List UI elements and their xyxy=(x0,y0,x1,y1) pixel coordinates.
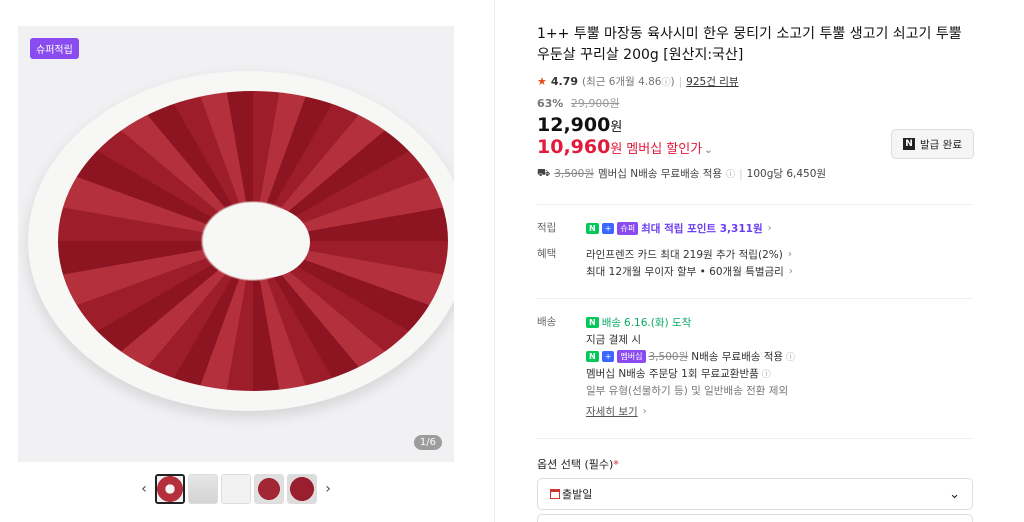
thumbnail-strip: ‹ › xyxy=(136,474,336,504)
discount-row: 63% 29,900원 xyxy=(537,95,973,111)
points-section: 적립 N + 슈퍼 최대 적립 포인트 3,311원 › xyxy=(537,220,772,237)
info-icon: ⓘ xyxy=(761,370,771,380)
original-price: 29,900원 xyxy=(570,97,620,110)
chevron-down-icon: ⌄ xyxy=(704,145,713,156)
column-divider xyxy=(494,0,495,522)
shipping-summary: ⛟ 3,500원 멤버십 N배송 무료배송 적용 ⓘ | 100g당 6,450… xyxy=(537,166,827,181)
thumbnail-5[interactable] xyxy=(287,474,317,504)
chevron-left-icon[interactable]: ‹ xyxy=(136,481,152,497)
chevron-right-icon: › xyxy=(767,223,772,234)
thumbnail-4[interactable] xyxy=(254,474,284,504)
star-icon: ★ xyxy=(537,75,547,88)
delivery-section: 배송 N 배송 6.16.(화) 도착 지금 결제 시 N + 멤버십 3,500… xyxy=(537,314,796,420)
review-link[interactable]: 925건 리뷰 xyxy=(686,74,738,89)
info-icon: ⓘ xyxy=(661,78,671,88)
chevron-right-icon[interactable]: › xyxy=(320,481,336,497)
image-counter: 1/6 xyxy=(413,435,442,450)
benefits-section: 혜택 라인프렌즈 카드 최대 219원 추가 적립(2%) › 최대 12개월 무… xyxy=(537,246,793,280)
points-link[interactable]: N + 슈퍼 최대 적립 포인트 3,311원 › xyxy=(586,220,772,237)
truck-icon: ⛟ xyxy=(537,166,551,179)
thumbnail-3[interactable] xyxy=(221,474,251,504)
chevron-down-icon: ⌄ xyxy=(949,486,960,502)
calendar-icon xyxy=(550,489,560,499)
card-benefit[interactable]: 라인프렌즈 카드 최대 219원 추가 적립(2%) › xyxy=(586,246,793,263)
rating-row: ★ 4.79 (최근 6개월 4.86ⓘ) | 925건 리뷰 xyxy=(537,74,739,89)
unit-price: 100g당 6,450원 xyxy=(746,168,827,180)
recent-rating: (최근 6개월 4.86ⓘ) xyxy=(582,76,675,88)
thumbnail-1[interactable] xyxy=(155,474,185,504)
product-info: 1++ 투뿔 마장동 육사시미 한우 뭉티기 소고기 투뿔 생고기 쇠고기 투뿔… xyxy=(537,24,974,181)
coupon-issued-button[interactable]: N 발급 완료 xyxy=(891,129,974,159)
n-delivery-badge: N xyxy=(586,317,599,328)
super-points-badge: 슈퍼적립 xyxy=(30,38,79,59)
option-select-2[interactable] xyxy=(537,514,973,522)
member-shipping: N + 멤버십 3,500원 N배송 무료배송 적용 ⓘ xyxy=(586,348,795,365)
installment-benefit[interactable]: 최대 12개월 무이자 할부 • 60개월 특별금리 › xyxy=(586,263,793,280)
delivery-date: N 배송 6.16.(화) 도착 xyxy=(586,314,795,331)
info-icon: ⓘ xyxy=(726,170,736,180)
product-title: 1++ 투뿔 마장동 육사시미 한우 뭉티기 소고기 투뿔 생고기 쇠고기 투뿔… xyxy=(537,26,962,63)
product-image-gallery[interactable]: 슈퍼적립 1/6 xyxy=(18,26,454,462)
rating-value: 4.79 xyxy=(550,75,579,88)
thumbnail-2[interactable] xyxy=(188,474,218,504)
delivery-more-link[interactable]: 자세히 보기 › xyxy=(586,403,795,420)
departure-date-select[interactable]: 출발일 ⌄ xyxy=(537,478,973,510)
divider xyxy=(537,204,973,205)
option-label: 옵션 선택 (필수)* xyxy=(537,458,619,471)
naver-n-icon: N xyxy=(903,138,915,150)
info-icon: ⓘ xyxy=(786,353,796,363)
discount-rate: 63% xyxy=(537,97,564,110)
